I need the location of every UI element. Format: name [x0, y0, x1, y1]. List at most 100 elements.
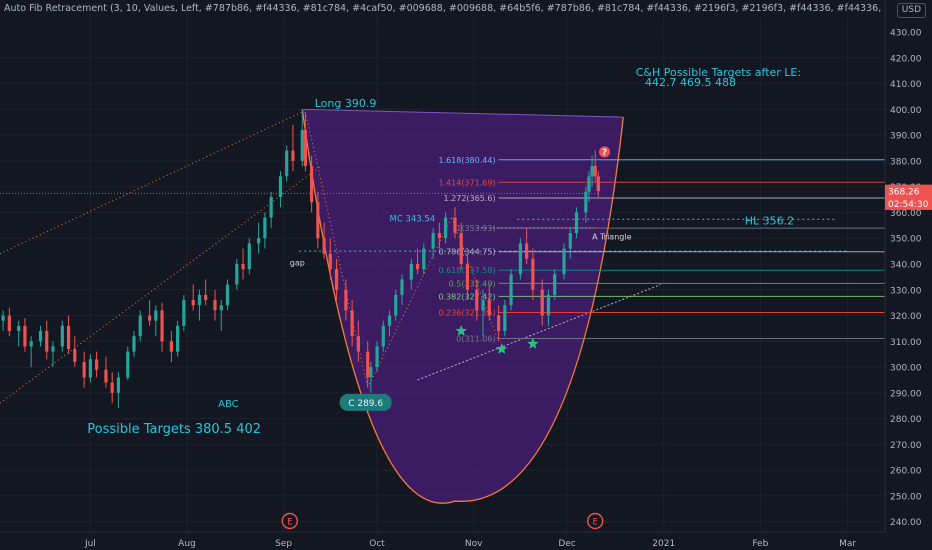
candle-body[interactable] [291, 150, 295, 161]
candle-body[interactable] [531, 258, 535, 290]
candle-body[interactable] [553, 274, 557, 295]
candle-body[interactable] [257, 238, 261, 244]
candle-body[interactable] [73, 349, 77, 362]
candle-body[interactable] [82, 361, 86, 378]
candle-body[interactable] [387, 315, 392, 326]
candle-body[interactable] [235, 263, 239, 285]
price-chart[interactable]: 1.618(380.44) 1.414(371.69) 1.272(365.6) 1(… [0, 0, 932, 550]
candle-body[interactable] [415, 263, 420, 270]
candle-body[interactable] [596, 176, 600, 192]
candle-body[interactable] [60, 325, 64, 347]
candle-body[interactable] [1, 315, 5, 321]
candle-body[interactable] [285, 150, 289, 177]
candle-body[interactable] [509, 274, 513, 306]
candle-body[interactable] [160, 310, 164, 342]
candle-body[interactable] [29, 341, 33, 347]
candle-body[interactable] [176, 325, 180, 352]
candle-body[interactable] [310, 166, 314, 203]
candle-body[interactable] [219, 305, 223, 311]
candle-body[interactable] [23, 325, 27, 347]
candle-body[interactable] [422, 248, 426, 270]
candle-body[interactable] [303, 129, 307, 167]
candle-body[interactable] [204, 294, 208, 301]
candle-body[interactable] [546, 294, 551, 316]
candle-body[interactable] [300, 129, 304, 161]
candle-body[interactable] [154, 310, 158, 321]
candle-body[interactable] [562, 248, 566, 275]
candle-body[interactable] [263, 217, 267, 239]
candle-body[interactable] [247, 243, 251, 270]
candle-body[interactable] [400, 279, 404, 295]
candle-body[interactable] [138, 315, 142, 337]
x-tick-label: Mar [839, 539, 856, 549]
candle-body[interactable] [453, 217, 457, 234]
candle-body[interactable] [590, 166, 594, 177]
candle-body[interactable] [7, 315, 11, 331]
candle-body[interactable] [132, 336, 136, 352]
fib-level-label: 0(311.06) [456, 335, 495, 344]
candle-body[interactable] [316, 202, 320, 239]
candle-body[interactable] [328, 253, 332, 270]
candle-body[interactable] [525, 243, 529, 259]
fib-level-label: 1(353.93) [456, 224, 495, 233]
fib-level-label: 1.272(365.6) [444, 194, 496, 203]
candle-body[interactable] [38, 330, 43, 342]
candle-body[interactable] [322, 238, 326, 254]
candle-body[interactable] [66, 325, 71, 350]
candle-body[interactable] [104, 369, 108, 383]
candle-body[interactable] [334, 269, 339, 290]
fib-level-label: 1.414(371.69) [438, 178, 495, 187]
candle-body[interactable] [381, 325, 385, 347]
candle-body[interactable] [88, 359, 92, 378]
indicator-title[interactable]: Auto Fib Retracement (3, 10, Values, Lef… [4, 3, 884, 14]
candle-body[interactable] [465, 263, 470, 290]
candle-body[interactable] [369, 367, 373, 378]
candle-body[interactable] [17, 325, 21, 331]
candle-body[interactable] [126, 351, 130, 378]
candle-body[interactable] [356, 336, 360, 352]
candle-body[interactable] [213, 300, 217, 311]
candle-body[interactable] [431, 233, 435, 249]
candle-body[interactable] [51, 346, 55, 352]
x-tick-label: Dec [558, 539, 575, 549]
candle-body[interactable] [225, 284, 230, 306]
long-label: Long 390.9 [315, 97, 377, 110]
candle-body[interactable] [587, 176, 591, 192]
y-tick-label: 290.00 [890, 389, 922, 399]
candle-body[interactable] [375, 346, 379, 368]
candle-body[interactable] [444, 217, 448, 239]
x-tick-label: 2021 [652, 539, 675, 549]
candle-body[interactable] [487, 300, 491, 316]
candle-body[interactable] [574, 212, 579, 234]
candle-body[interactable] [584, 191, 588, 213]
candle-body[interactable] [110, 382, 114, 393]
candle-body[interactable] [95, 359, 99, 370]
candle-body[interactable] [147, 315, 152, 321]
candle-body[interactable] [45, 330, 49, 352]
candle-body[interactable] [459, 233, 463, 264]
candle-body[interactable] [496, 315, 501, 331]
candle-body[interactable] [481, 300, 485, 311]
candle-body[interactable] [350, 310, 354, 337]
candle-body[interactable] [568, 233, 572, 249]
candle-body[interactable] [344, 289, 348, 311]
candle-body[interactable] [197, 294, 202, 306]
candle-body[interactable] [409, 263, 413, 280]
candle-body[interactable] [518, 243, 523, 275]
candle-body[interactable] [394, 294, 398, 316]
candle-body[interactable] [593, 166, 597, 177]
candle-body[interactable] [366, 351, 370, 378]
candle-body[interactable] [169, 341, 173, 352]
candle-body[interactable] [437, 233, 441, 239]
candle-body[interactable] [278, 176, 283, 197]
candle-body[interactable] [475, 289, 479, 311]
currency-badge[interactable]: USD [896, 3, 926, 18]
candle-body[interactable] [182, 300, 186, 326]
candle-body[interactable] [241, 263, 245, 270]
candle-body[interactable] [191, 300, 195, 306]
candle-body[interactable] [269, 196, 273, 218]
y-tick-label: 320.00 [890, 312, 922, 322]
candle-body[interactable] [540, 289, 544, 316]
candle-body[interactable] [116, 377, 121, 393]
candle-body[interactable] [503, 305, 507, 331]
